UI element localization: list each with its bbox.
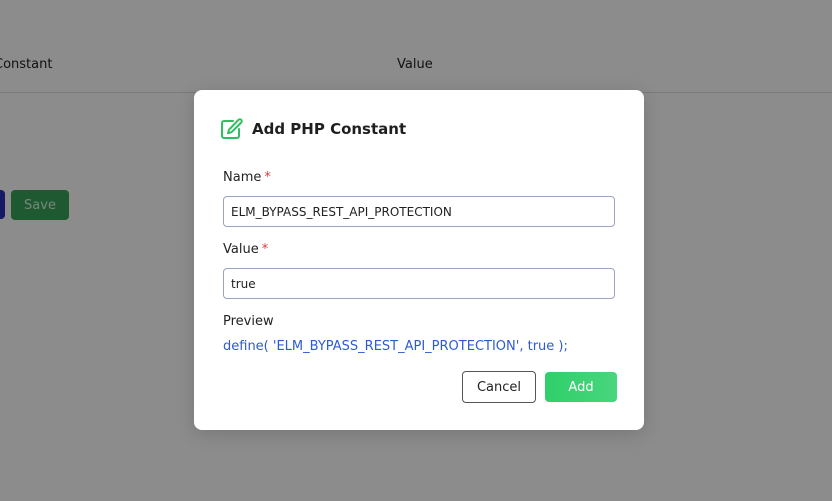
modal-title: Add PHP Constant <box>252 120 407 138</box>
preview-code: define( 'ELM_BYPASS_REST_API_PROTECTION'… <box>223 339 568 354</box>
value-label-text: Value <box>223 242 259 257</box>
required-marker: * <box>261 242 269 257</box>
name-label: Name * <box>223 170 271 185</box>
required-marker: * <box>264 170 271 185</box>
add-button[interactable]: Add <box>545 372 617 402</box>
edit-icon <box>220 118 244 140</box>
add-php-constant-dialog: Add PHP Constant Name* Value* Preview de… <box>194 90 644 430</box>
value-label: Value * <box>223 242 268 257</box>
value-input[interactable] <box>223 268 615 299</box>
name-input[interactable] <box>223 196 615 227</box>
cancel-button[interactable]: Cancel <box>462 371 536 403</box>
preview-label: Preview <box>223 314 274 329</box>
modal-header: Add PHP Constant <box>220 118 406 140</box>
name-label-text: Name <box>223 170 262 185</box>
